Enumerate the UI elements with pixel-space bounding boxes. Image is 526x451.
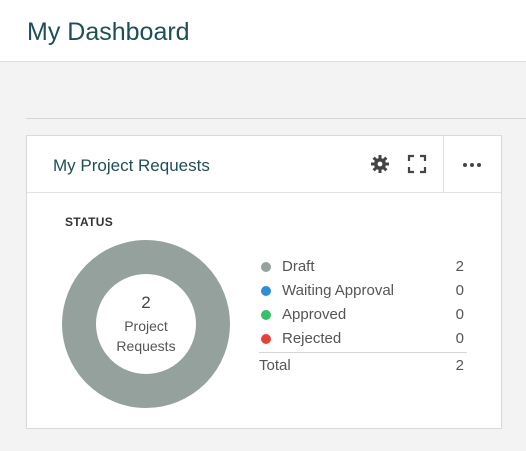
legend-item-approved[interactable]: Approved 0 [259,304,467,328]
donut-label-line2: Requests [116,337,176,354]
legend-value: 0 [455,306,464,323]
legend-label: Draft [282,258,315,275]
draft-dot-icon [261,262,271,272]
donut-count: 2 [141,292,151,312]
status-heading: STATUS [65,215,114,229]
header-separator [443,136,444,192]
more-icon[interactable] [460,152,484,176]
donut-center: 2 Project Requests [62,240,230,408]
legend-item-draft[interactable]: Draft 2 [259,256,467,280]
project-requests-widget: My Project Requests STATUS 2 Project Req… [26,135,502,429]
rejected-dot-icon [261,334,271,344]
waiting-approval-dot-icon [261,286,271,296]
legend-value: 0 [455,282,464,299]
widget-title: My Project Requests [53,156,210,175]
total-label: Total [259,357,291,374]
donut-label-line1: Project [124,317,168,334]
expand-icon[interactable] [405,152,429,176]
legend-label: Waiting Approval [282,282,395,299]
legend-value: 0 [455,330,464,347]
legend-label: Rejected [282,330,342,347]
legend-label: Approved [282,306,347,323]
legend-value: 2 [455,258,464,275]
top-bar: My Dashboard [0,0,526,62]
legend-total-row: Total 2 [259,352,467,377]
legend-item-waiting-approval[interactable]: Waiting Approval 0 [259,280,467,304]
approved-dot-icon [261,310,271,320]
status-legend: Draft 2 Waiting Approval 0 Approved 0 Re… [259,256,467,377]
total-value: 2 [455,357,464,374]
page-title: My Dashboard [27,18,190,46]
gear-icon[interactable] [368,152,392,176]
legend-item-rejected[interactable]: Rejected 0 [259,328,467,352]
section-divider [26,118,526,119]
widget-header: My Project Requests [27,136,501,193]
